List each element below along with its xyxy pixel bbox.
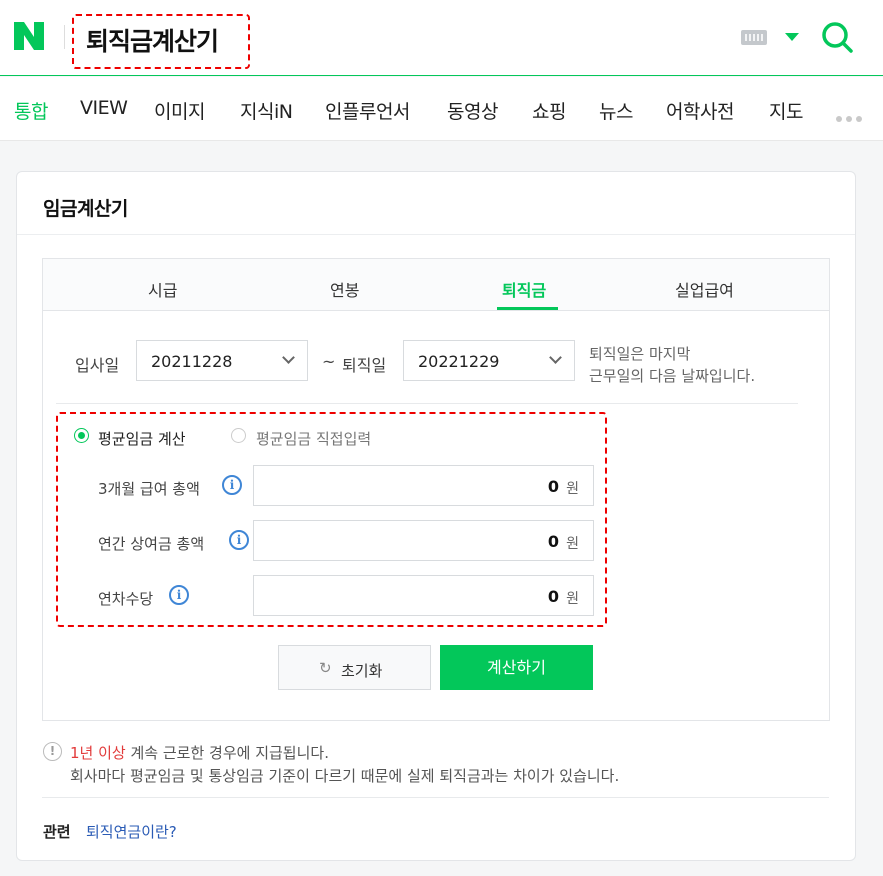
naver-logo[interactable] xyxy=(14,22,44,50)
notice-text: 계속 근로한 경우에 지급됩니다. xyxy=(125,744,329,762)
exclamation-icon: ! xyxy=(43,742,62,761)
end-date-note: 퇴직일은 마지막 근무일의 다음 날짜입니다. xyxy=(589,343,755,387)
calculate-button[interactable]: 계산하기 xyxy=(440,645,593,690)
divider xyxy=(17,234,855,235)
radio-avg-direct-label[interactable]: 평균임금 직접입력 xyxy=(256,428,371,449)
nav-tab-kin[interactable]: 지식iN xyxy=(240,97,293,124)
divider xyxy=(42,797,829,798)
active-tab-indicator xyxy=(497,307,558,310)
divider xyxy=(64,25,65,49)
tab-annual[interactable]: 연봉 xyxy=(330,277,359,301)
tab-severance[interactable]: 퇴직금 xyxy=(502,277,546,301)
nav-tab-view[interactable]: VIEW xyxy=(80,97,128,119)
more-icon[interactable] xyxy=(836,107,866,126)
divider xyxy=(56,403,798,404)
chevron-down-icon xyxy=(549,351,562,364)
info-icon[interactable]: i xyxy=(222,475,242,495)
end-date-value: 20221229 xyxy=(418,352,500,371)
tab-hourly[interactable]: 시급 xyxy=(148,277,177,301)
nav-tab-news[interactable]: 뉴스 xyxy=(599,97,633,124)
radio-avg-direct[interactable] xyxy=(231,428,246,443)
start-date-value: 20211228 xyxy=(151,352,233,371)
salary-3m-input[interactable]: 0 원 xyxy=(253,465,594,506)
annual-bonus-value: 0 xyxy=(547,532,559,551)
annual-bonus-input[interactable]: 0 원 xyxy=(253,520,594,561)
caret-down-icon[interactable] xyxy=(785,33,799,41)
tab-unemployment[interactable]: 실업급여 xyxy=(675,277,734,301)
info-icon[interactable]: i xyxy=(229,530,249,550)
related-label: 관련 xyxy=(43,823,71,841)
chevron-down-icon xyxy=(282,351,295,364)
calculator-tabs: 시급 연봉 퇴직금 실업급여 xyxy=(43,259,829,311)
reset-button[interactable]: ↻ 초기화 xyxy=(278,645,431,690)
search-icon[interactable] xyxy=(820,20,854,54)
start-date-label: 입사일 xyxy=(75,356,120,375)
start-date-select[interactable]: 20211228 xyxy=(136,340,308,381)
notice-highlight: 1년 이상 xyxy=(70,744,126,762)
leave-allowance-input[interactable]: 0 원 xyxy=(253,575,594,616)
reset-label: 초기화 xyxy=(341,662,383,680)
nav-tab-map[interactable]: 지도 xyxy=(769,97,803,124)
nav-tab-all[interactable]: 통합 xyxy=(14,97,48,124)
radio-avg-calc-label[interactable]: 평균임금 계산 xyxy=(98,428,186,449)
end-date-label: 퇴직일 xyxy=(342,356,387,375)
refresh-icon: ↻ xyxy=(319,659,332,677)
leave-allowance-label: 연차수당 xyxy=(98,590,154,608)
card-title: 임금계산기 xyxy=(43,198,128,220)
tilde: ~ xyxy=(322,352,336,371)
notice-line-1: 1년 이상 계속 근로한 경우에 지급됩니다. xyxy=(70,742,329,763)
related-link[interactable]: 퇴직연금이란? xyxy=(86,821,177,842)
radio-avg-calc[interactable] xyxy=(74,428,89,443)
nav-tab-influencer[interactable]: 인플루언서 xyxy=(325,97,410,124)
currency-unit: 원 xyxy=(566,536,579,552)
currency-unit: 원 xyxy=(566,481,579,497)
search-query[interactable]: 퇴직금계산기 xyxy=(86,22,219,58)
notice-line-2: 회사마다 평균임금 및 통상임금 기준이 다르기 때문에 실제 퇴직금과는 차이… xyxy=(70,767,620,785)
nav-tab-dictionary[interactable]: 어학사전 xyxy=(666,97,734,124)
currency-unit: 원 xyxy=(566,591,579,607)
salary-3m-label: 3개월 급여 총액 xyxy=(98,480,200,498)
search-header: 퇴직금계산기 xyxy=(0,0,883,76)
nav-tab-image[interactable]: 이미지 xyxy=(154,97,205,124)
leave-allowance-value: 0 xyxy=(547,587,559,606)
search-tab-nav: 통합 VIEW 이미지 지식iN 인플루언서 동영상 쇼핑 뉴스 어학사전 지도 xyxy=(0,77,883,141)
end-date-select[interactable]: 20221229 xyxy=(403,340,575,381)
keyboard-icon[interactable] xyxy=(741,30,767,45)
nav-tab-shopping[interactable]: 쇼핑 xyxy=(532,97,566,124)
annual-bonus-label: 연간 상여금 총액 xyxy=(98,535,205,553)
note-line-2: 근무일의 다음 날짜입니다. xyxy=(589,367,756,385)
salary-3m-value: 0 xyxy=(547,477,559,496)
note-line-1: 퇴직일은 마지막 xyxy=(589,345,691,363)
nav-tab-video[interactable]: 동영상 xyxy=(447,97,498,124)
info-icon[interactable]: i xyxy=(169,585,189,605)
